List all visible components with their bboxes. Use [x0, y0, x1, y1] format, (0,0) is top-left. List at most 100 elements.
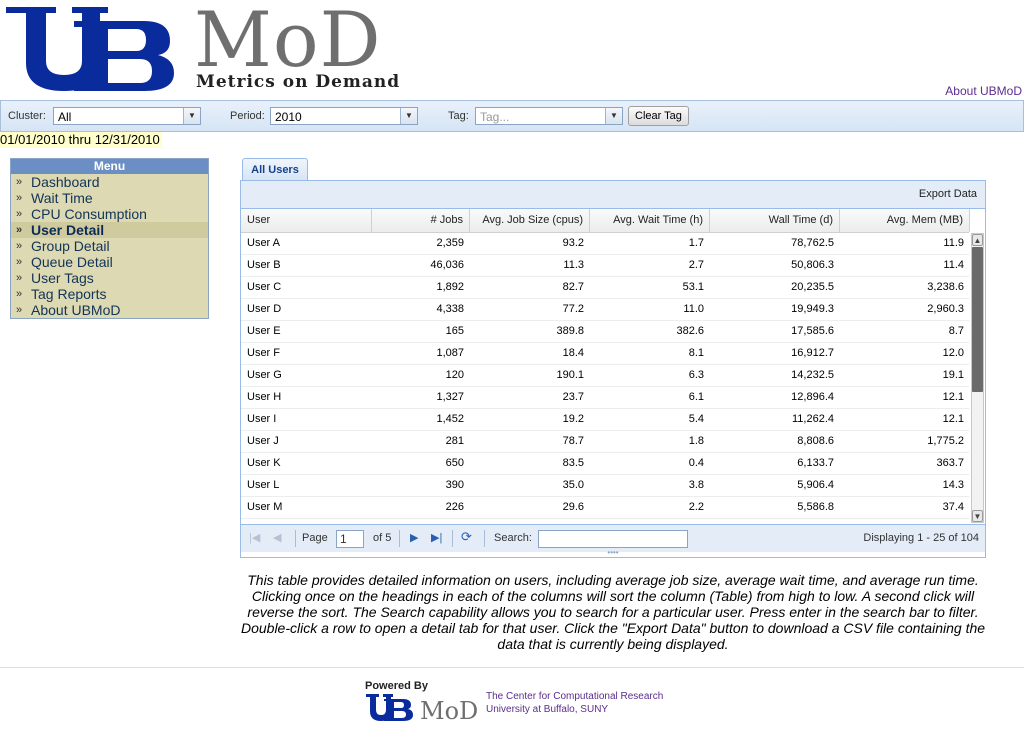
- chevron-down-icon[interactable]: ▼: [400, 108, 417, 124]
- table-cell: 83.5: [562, 457, 584, 469]
- sidebar-item-label: About UBMoD: [31, 302, 121, 318]
- table-cell: 6.1: [688, 391, 704, 403]
- users-grid-panel: Export Data User # Jobs Avg. Job Size (cpu…: [240, 180, 986, 558]
- table-cell: User D: [247, 303, 282, 315]
- table-row[interactable]: User J 281 78.7 1.8 8,808.6 1,775.2: [241, 431, 969, 453]
- prev-page-icon[interactable]: ◀: [273, 531, 281, 544]
- menu-bullet-icon: »: [16, 304, 23, 316]
- last-page-icon[interactable]: ▶|: [431, 531, 442, 544]
- chevron-down-icon[interactable]: ▼: [183, 108, 200, 124]
- page-number-input[interactable]: 1: [336, 530, 364, 548]
- footer-center-line1[interactable]: The Center for Computational Research: [486, 690, 663, 703]
- next-page-icon[interactable]: ▶: [410, 531, 418, 544]
- column-header[interactable]: User: [241, 209, 372, 232]
- sidebar-item-user-detail[interactable]: » User Detail: [11, 222, 208, 238]
- footer-center-line2[interactable]: University at Buffalo, SUNY: [486, 703, 663, 716]
- chevron-down-icon[interactable]: ▼: [605, 108, 622, 124]
- table-cell: 5,906.4: [797, 479, 834, 491]
- scroll-down-icon[interactable]: ▼: [972, 510, 983, 522]
- table-cell: 4,338: [436, 303, 464, 315]
- scroll-up-icon[interactable]: ▲: [972, 234, 983, 246]
- table-row[interactable]: User A 2,359 93.2 1.7 78,762.5 11.9: [241, 233, 969, 255]
- tab-all-users[interactable]: All Users: [242, 158, 308, 181]
- table-cell: 29.6: [562, 501, 584, 513]
- table-cell: 12.1: [942, 413, 964, 425]
- pager-divider: [399, 530, 400, 547]
- table-cell: 77.2: [562, 303, 584, 315]
- table-cell: 165: [445, 325, 464, 337]
- table-cell: 1,087: [436, 347, 464, 359]
- table-cell: 19,949.3: [791, 303, 834, 315]
- grid-toolbar: Export Data: [241, 181, 985, 209]
- table-cell: 17,585.6: [791, 325, 834, 337]
- grid-header: User # Jobs Avg. Job Size (cpus) Avg. Wait …: [241, 209, 970, 233]
- table-cell: 12.1: [942, 391, 964, 403]
- table-cell: 190.1: [556, 369, 584, 381]
- table-cell: 389.8: [556, 325, 584, 337]
- table-cell: 19.1: [942, 369, 964, 381]
- grid-body: User A 2,359 93.2 1.7 78,762.5 11.9 User B 46,0…: [241, 233, 969, 523]
- first-page-icon[interactable]: |◀: [249, 531, 260, 544]
- table-row[interactable]: User D 4,338 77.2 11.0 19,949.3 2,960.3: [241, 299, 969, 321]
- footer-center-text[interactable]: The Center for Computational Research Un…: [486, 690, 663, 716]
- table-cell: 19.2: [562, 413, 584, 425]
- table-cell: 18.4: [562, 347, 584, 359]
- table-cell: User F: [247, 347, 280, 359]
- period-select[interactable]: 2010 ▼: [270, 107, 418, 125]
- scroll-thumb[interactable]: [972, 247, 983, 392]
- table-row[interactable]: User L 390 35.0 3.8 5,906.4 14.3: [241, 475, 969, 497]
- table-cell: 1,775.2: [927, 435, 964, 447]
- table-row[interactable]: User I 1,452 19.2 5.4 11,262.4 12.1: [241, 409, 969, 431]
- panel-splitter[interactable]: ••••: [240, 549, 986, 557]
- table-row[interactable]: User H 1,327 23.7 6.1 12,896.4 12.1: [241, 387, 969, 409]
- table-row[interactable]: User M 226 29.6 2.2 5,586.8 37.4: [241, 497, 969, 519]
- table-row[interactable]: User F 1,087 18.4 8.1 16,912.7 12.0: [241, 343, 969, 365]
- table-cell: User N: [241, 519, 372, 523]
- brand-title: MoD: [194, 0, 382, 84]
- column-header[interactable]: Avg. Job Size (cpus): [470, 209, 590, 232]
- table-cell: 2,960.3: [927, 303, 964, 315]
- table-cell: User J: [247, 435, 279, 447]
- table-row[interactable]: User N6646.26.13,985.8425.2: [241, 519, 969, 523]
- cluster-select[interactable]: All ▼: [53, 107, 201, 125]
- refresh-icon[interactable]: ⟳: [461, 529, 472, 545]
- table-cell: 5.4: [688, 413, 704, 425]
- column-header[interactable]: Avg. Mem (MB): [840, 209, 970, 232]
- table-cell: User E: [247, 325, 281, 337]
- menu-bullet-icon: »: [16, 288, 23, 300]
- table-cell: 20,235.5: [791, 281, 834, 293]
- table-cell: 3,238.6: [927, 281, 964, 293]
- sidebar-item-wait-time[interactable]: » Wait Time: [11, 190, 208, 206]
- table-row[interactable]: User G 120 190.1 6.3 14,232.5 19.1: [241, 365, 969, 387]
- sidebar-item-tag-reports[interactable]: » Tag Reports: [11, 286, 208, 302]
- sidebar-item-user-tags[interactable]: » User Tags: [11, 270, 208, 286]
- sidebar-item-cpu-consumption[interactable]: » CPU Consumption: [11, 206, 208, 222]
- sidebar-item-queue-detail[interactable]: » Queue Detail: [11, 254, 208, 270]
- cluster-label: Cluster:: [8, 110, 46, 122]
- tag-placeholder: Tag...: [480, 110, 510, 124]
- sidebar-item-group-detail[interactable]: » Group Detail: [11, 238, 208, 254]
- column-header[interactable]: # Jobs: [372, 209, 470, 232]
- table-row[interactable]: User E 165 389.8 382.6 17,585.6 8.7: [241, 321, 969, 343]
- export-data-button[interactable]: Export Data: [919, 188, 977, 200]
- table-cell: User B: [247, 259, 281, 271]
- sidebar-item-about-ubmod[interactable]: » About UBMoD: [11, 302, 208, 318]
- table-cell: User M: [247, 501, 283, 513]
- table-row[interactable]: User B 46,036 11.3 2.7 50,806.3 11.4: [241, 255, 969, 277]
- table-cell: 2.2: [688, 501, 704, 513]
- about-ubmod-link[interactable]: About UBMoD: [945, 84, 1022, 98]
- table-row[interactable]: User K 650 83.5 0.4 6,133.7 363.7: [241, 453, 969, 475]
- sidebar-item-label: Dashboard: [31, 174, 100, 190]
- column-header[interactable]: Wall Time (d): [710, 209, 840, 232]
- page-label: Page: [302, 532, 328, 544]
- table-cell: 425.2: [840, 519, 969, 523]
- search-input[interactable]: [538, 530, 688, 548]
- column-header[interactable]: Avg. Wait Time (h): [590, 209, 710, 232]
- sidebar-item-label: Tag Reports: [31, 286, 107, 302]
- table-row[interactable]: User C 1,892 82.7 53.1 20,235.5 3,238.6: [241, 277, 969, 299]
- sidebar-item-dashboard[interactable]: » Dashboard: [11, 174, 208, 190]
- grid-scrollbar[interactable]: ▲ ▼: [971, 233, 984, 523]
- tag-input[interactable]: Tag... ▼: [475, 107, 623, 125]
- table-cell: 6.3: [688, 369, 704, 381]
- clear-tag-button[interactable]: Clear Tag: [628, 106, 689, 126]
